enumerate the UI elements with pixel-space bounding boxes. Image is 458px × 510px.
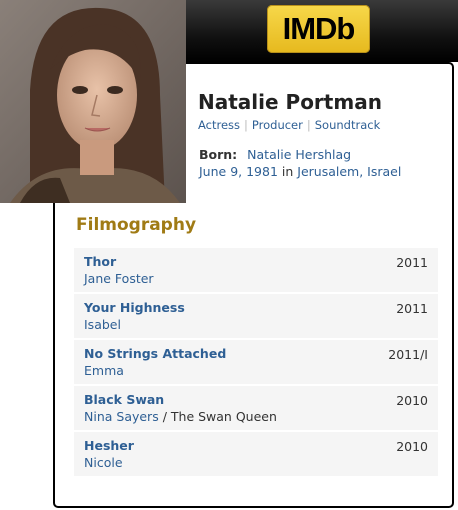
role-separator: | xyxy=(244,118,248,132)
film-year: 2011 xyxy=(396,301,428,316)
birth-name-link[interactable]: Natalie Hershlag xyxy=(247,147,351,162)
character-line: Nina Sayers / The Swan Queen xyxy=(84,409,277,424)
in-text: in xyxy=(281,164,294,179)
person-name: Natalie Portman xyxy=(198,90,382,114)
film-year: 2010 xyxy=(396,439,428,454)
film-year: 2011/I xyxy=(388,347,428,362)
role-slash: / xyxy=(158,409,171,424)
film-title-link[interactable]: Thor xyxy=(84,254,116,269)
list-item: Your Highness Isabel 2011 xyxy=(74,294,438,338)
profile-photo xyxy=(0,0,186,203)
birth-info: Born: Natalie Hershlag June 9, 1981 in J… xyxy=(199,146,401,180)
role-link-soundtrack[interactable]: Soundtrack xyxy=(315,118,380,132)
birth-place-link[interactable]: Jerusalem, Israel xyxy=(297,164,401,179)
film-title-link[interactable]: Black Swan xyxy=(84,392,164,407)
character-link[interactable]: Nina Sayers xyxy=(84,409,159,424)
person-roles: Actress | Producer | Soundtrack xyxy=(198,118,380,132)
character-alt-name: The Swan Queen xyxy=(170,409,277,424)
character-link[interactable]: Emma xyxy=(84,363,124,378)
film-year: 2011 xyxy=(396,255,428,270)
character-link[interactable]: Isabel xyxy=(84,317,121,332)
film-title-link[interactable]: Hesher xyxy=(84,438,134,453)
filmography-list: Thor Jane Foster 2011 Your Highness Isab… xyxy=(74,248,438,478)
filmography-heading: Filmography xyxy=(76,215,197,235)
film-title-link[interactable]: No Strings Attached xyxy=(84,346,226,361)
film-year: 2010 xyxy=(396,393,428,408)
list-item: Hesher Nicole 2010 xyxy=(74,432,438,476)
list-item: Black Swan Nina Sayers / The Swan Queen … xyxy=(74,386,438,430)
role-separator: | xyxy=(306,118,311,132)
film-title-link[interactable]: Your Highness xyxy=(84,300,185,315)
imdb-logo[interactable]: IMDb xyxy=(267,5,370,53)
birth-date-link[interactable]: June 9, 1981 xyxy=(199,164,278,179)
list-item: Thor Jane Foster 2011 xyxy=(74,248,438,292)
role-link-producer[interactable]: Producer xyxy=(252,118,303,132)
character-link[interactable]: Jane Foster xyxy=(84,271,154,286)
list-item: No Strings Attached Emma 2011/I xyxy=(74,340,438,384)
character-link[interactable]: Nicole xyxy=(84,455,123,470)
born-label: Born: xyxy=(199,147,238,162)
role-link-actress[interactable]: Actress xyxy=(198,118,240,132)
